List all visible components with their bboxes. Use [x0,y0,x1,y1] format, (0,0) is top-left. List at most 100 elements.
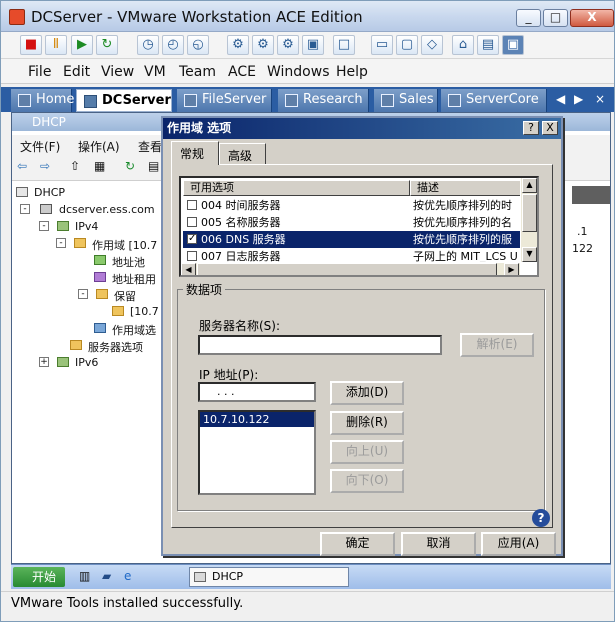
revert-icon[interactable]: ◴ [162,35,184,55]
add-button[interactable]: 添加(D) [330,381,404,405]
scroll-left-icon[interactable]: ◀ [181,263,196,275]
tree-node[interactable]: 地址池 [94,254,145,270]
move-down-button[interactable]: 向下(O) [330,469,404,493]
cancel-button[interactable]: 取消 [401,532,476,556]
menu-action-guest[interactable]: 操作(A) [78,138,120,155]
tab-home[interactable]: Home [11,89,74,112]
tree-node[interactable]: 服务器选项 [70,339,143,355]
dialog-close-button[interactable]: X [542,121,558,135]
start-button[interactable]: 开始 [13,567,65,587]
snapshot-icon[interactable]: ◷ [137,35,159,55]
move-up-button[interactable]: 向上(U) [330,440,404,464]
vertical-scrollbar[interactable]: ▲ ▼ [520,178,537,262]
menu-file[interactable]: File [28,64,51,80]
scroll-thumb[interactable] [522,194,537,232]
tree-node[interactable]: - 作用域 [10.7 [56,237,157,253]
scroll-right-icon[interactable]: ▶ [504,263,519,275]
tab-general[interactable]: 常规 [171,141,219,165]
tree-node[interactable]: 地址租用 [94,271,156,287]
stop-icon[interactable]: ■ [20,35,42,55]
refresh-icon[interactable]: ↻ [125,159,135,173]
menu-windows[interactable]: Windows [267,64,330,80]
minimize-button[interactable]: _ [516,9,541,27]
ie-icon[interactable]: e [124,569,131,583]
quick-switch-icon[interactable]: ▢ [396,35,418,55]
refresh-icon[interactable]: ↻ [96,35,118,55]
tab-dcserver[interactable]: DCServer [76,89,172,112]
menu-edit[interactable]: Edit [63,64,90,80]
tab-fileserver[interactable]: FileServer [177,89,272,112]
expand-box-icon[interactable]: + [39,357,49,367]
tree-node[interactable]: [10.7 [112,305,159,318]
help-icon[interactable]: ? [532,509,550,527]
collapse-box-icon[interactable]: - [39,221,49,231]
tab-sales[interactable]: Sales [374,89,438,112]
tree-node[interactable]: - 保留 [78,288,136,304]
server-name-input[interactable] [198,335,442,355]
view-icon[interactable]: ▣ [502,35,524,55]
powershell-icon[interactable]: ▰ [102,569,111,583]
menu-help[interactable]: Help [336,64,368,80]
column-description[interactable]: 描述 [410,180,521,196]
horizontal-scrollbar[interactable]: ◀ ▶ [181,262,520,275]
play-icon[interactable]: ▶ [71,35,93,55]
ace-tools-icon[interactable]: ⚙ [227,35,249,55]
close-button[interactable]: X [570,9,614,27]
option-row[interactable]: 005 名称服务器 按优先顺序排列的名 [183,214,523,231]
checkbox-007[interactable] [187,251,197,261]
menu-ace[interactable]: ACE [228,64,256,80]
option-row[interactable]: 004 时间服务器 按优先顺序排列的时 [183,197,523,214]
summary-icon[interactable]: ▤ [477,35,499,55]
collapse-box-icon[interactable]: - [56,238,66,248]
pause-icon[interactable]: Ⅱ [45,35,67,55]
tree-node[interactable]: 作用域选 [94,322,156,338]
tab-close-icon[interactable]: × [595,92,605,106]
manage-snapshot-icon[interactable]: ◵ [187,35,209,55]
checkbox-004[interactable] [187,200,197,210]
up-icon[interactable]: ⇧ [70,159,80,173]
ip-address-list[interactable]: 10.7.10.122 [198,410,316,495]
remove-button[interactable]: 删除(R) [330,411,404,435]
column-available-options[interactable]: 可用选项 [183,180,410,196]
scroll-up-icon[interactable]: ▲ [522,178,537,193]
collapse-box-icon[interactable]: - [20,204,30,214]
tree-node[interactable]: + IPv6 [39,356,98,369]
ip-address-input[interactable]: . . . [198,382,316,402]
tab-advanced[interactable]: 高级 [219,143,266,164]
unity-icon[interactable]: ◇ [421,35,443,55]
menu-view-guest[interactable]: 查看 [138,138,162,155]
menu-view[interactable]: View [101,64,134,80]
tab-next-icon[interactable]: ▶ [574,92,583,106]
collapse-box-icon[interactable]: - [78,289,88,299]
home-icon[interactable]: ⌂ [452,35,474,55]
checkbox-005[interactable] [187,217,197,227]
scroll-down-icon[interactable]: ▼ [522,247,537,262]
tab-research[interactable]: Research [278,89,369,112]
export-icon[interactable]: ▤ [148,159,159,173]
tab-servercore[interactable]: ServerCore [441,89,547,112]
tab-prev-icon[interactable]: ◀ [556,92,565,106]
tree-node[interactable]: - dcserver.ess.com [20,203,155,216]
menu-file-guest[interactable]: 文件(F) [20,138,60,155]
tree-node[interactable]: DHCP [16,186,65,199]
server-manager-icon[interactable]: ▥ [79,569,90,583]
dialog-help-button[interactable]: ? [523,121,539,135]
dhcp-task-button[interactable]: DHCP [189,567,349,587]
maximize-button[interactable]: □ [543,9,568,27]
console-tree-icon[interactable]: ▦ [94,159,105,173]
forward-icon[interactable]: ⇨ [40,159,50,173]
apply-button[interactable]: 应用(A) [481,532,556,556]
checkbox-006[interactable]: ✓ [187,234,197,244]
menu-team[interactable]: Team [179,64,216,80]
console-icon[interactable]: □ [333,35,355,55]
horizontal-scroll-thumb[interactable] [197,263,497,275]
available-options-list[interactable]: 可用选项 描述 004 时间服务器 按优先顺序排列的时 005 名称服务器 按优先顺… [179,176,539,277]
policy-icon[interactable]: ▣ [302,35,324,55]
full-screen-icon[interactable]: ▭ [371,35,393,55]
option-row-selected[interactable]: ✓ 006 DNS 服务器 按优先顺序排列的服 [183,231,523,248]
resolve-button[interactable]: 解析(E) [460,333,534,357]
ok-button[interactable]: 确定 [320,532,395,556]
menu-vm[interactable]: VM [144,64,166,80]
packages-icon[interactable]: ⚙ [252,35,274,55]
back-icon[interactable]: ⇦ [17,159,27,173]
